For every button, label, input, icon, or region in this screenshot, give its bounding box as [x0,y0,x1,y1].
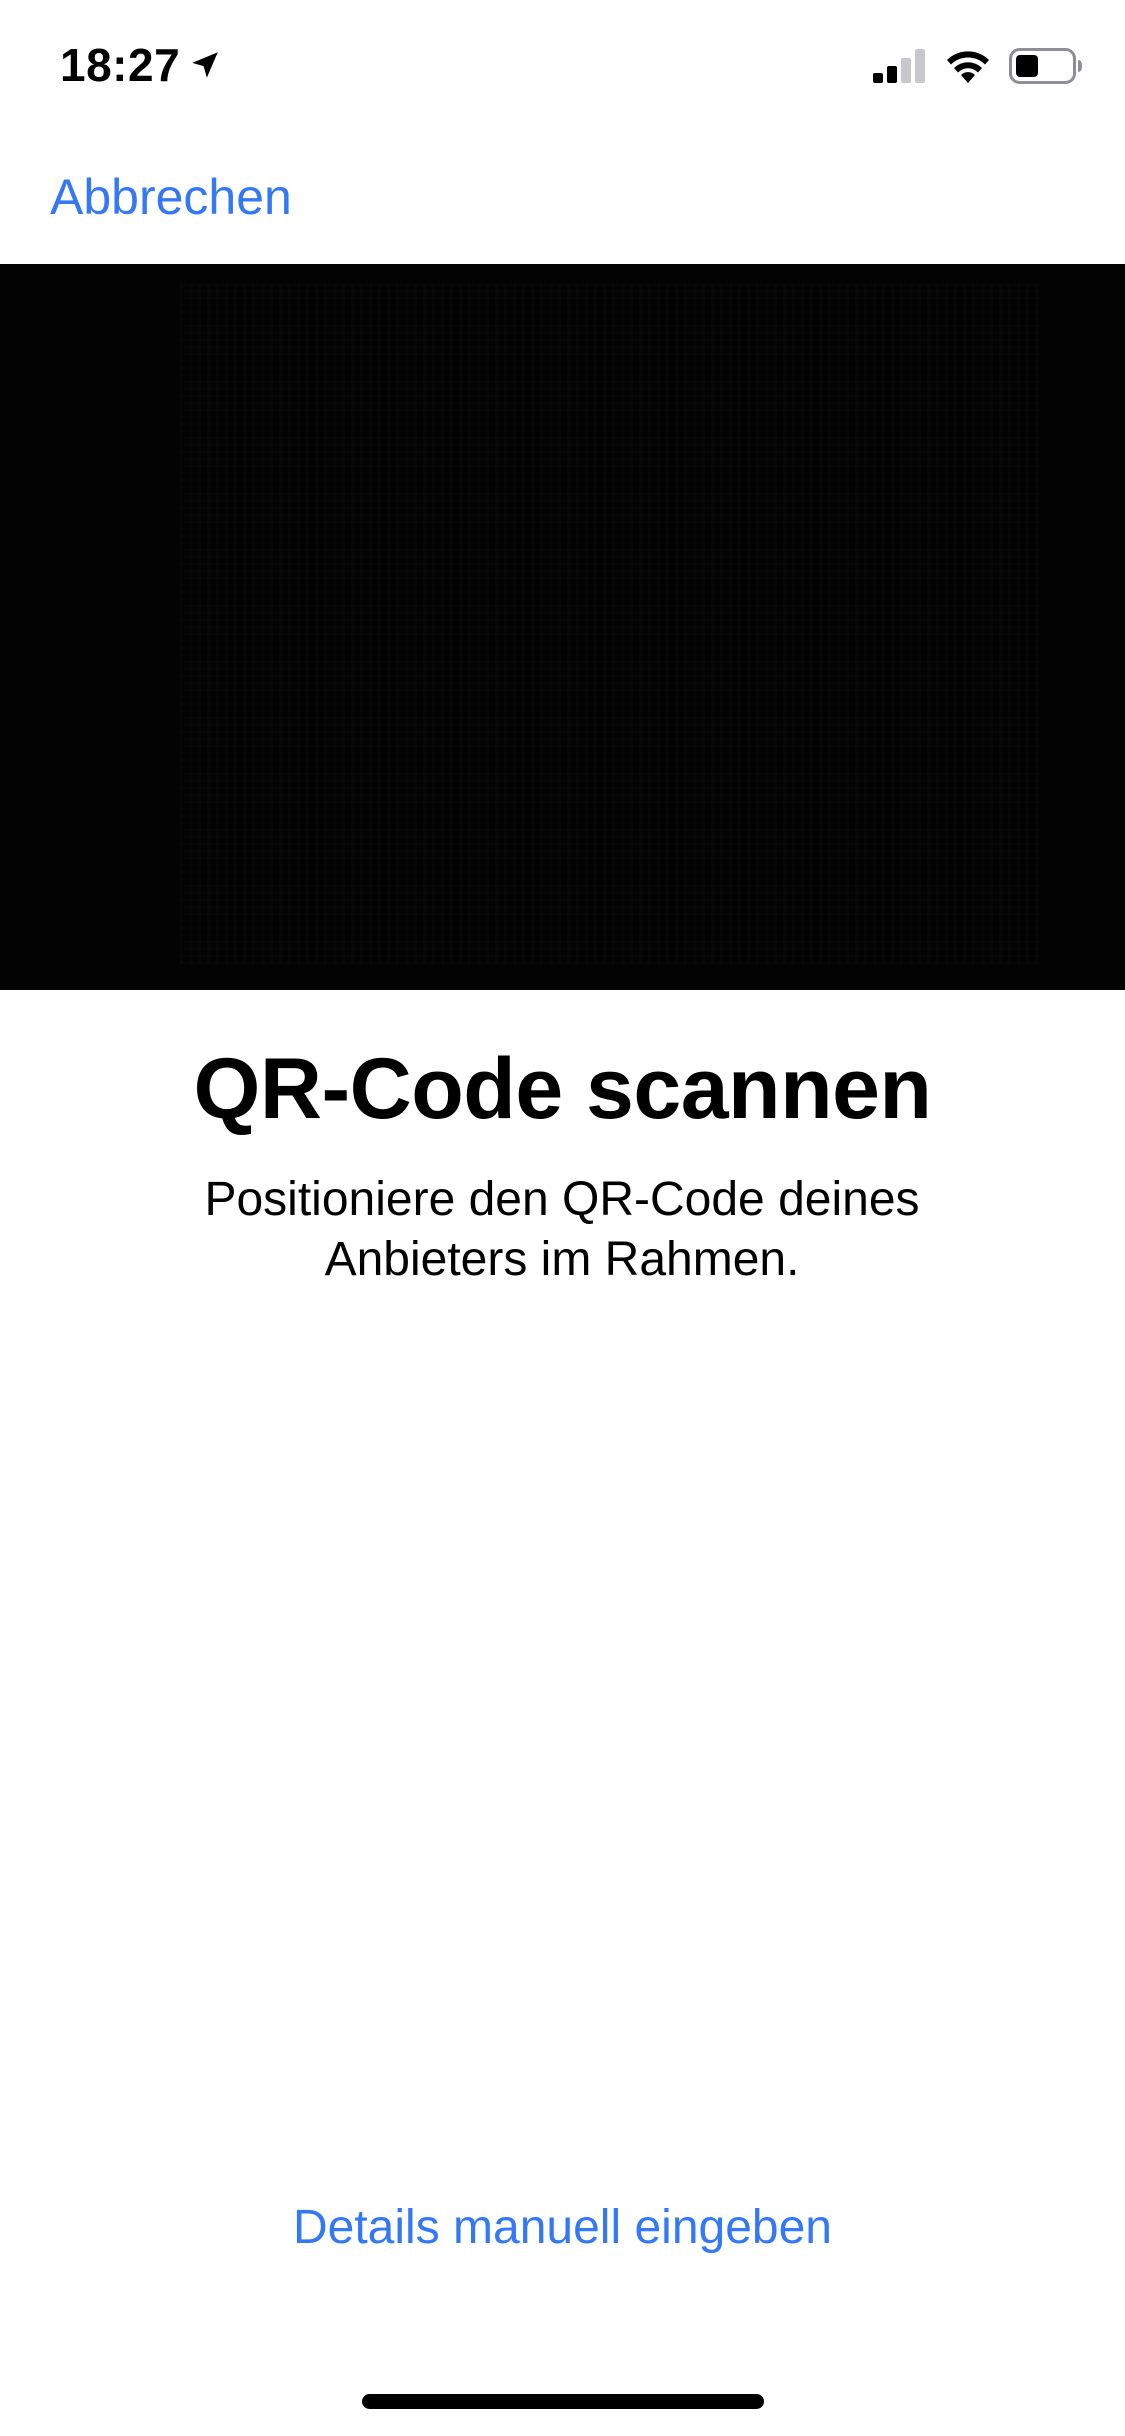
status-time-label: 18:27 [60,39,181,91]
page-title: QR-Code scannen [193,1041,932,1137]
camera-feed [180,284,1040,964]
scan-instruction: Positioniere den QR-Code deines Anbieter… [204,1173,920,1286]
status-bar: 18:27 [0,0,1125,140]
cellular-signal-icon [873,49,925,83]
nav-bar: Abbrechen [0,140,1125,264]
wifi-icon [947,51,989,83]
status-time: 18:27 [60,38,222,92]
status-icons [873,48,1083,84]
cancel-button[interactable]: Abbrechen [50,168,292,226]
camera-viewfinder [0,264,1125,990]
location-arrow-icon [192,52,218,78]
battery-icon [1009,48,1082,84]
home-indicator[interactable] [362,2394,764,2409]
manual-entry-button[interactable]: Details manuell eingeben [0,2200,1125,2255]
